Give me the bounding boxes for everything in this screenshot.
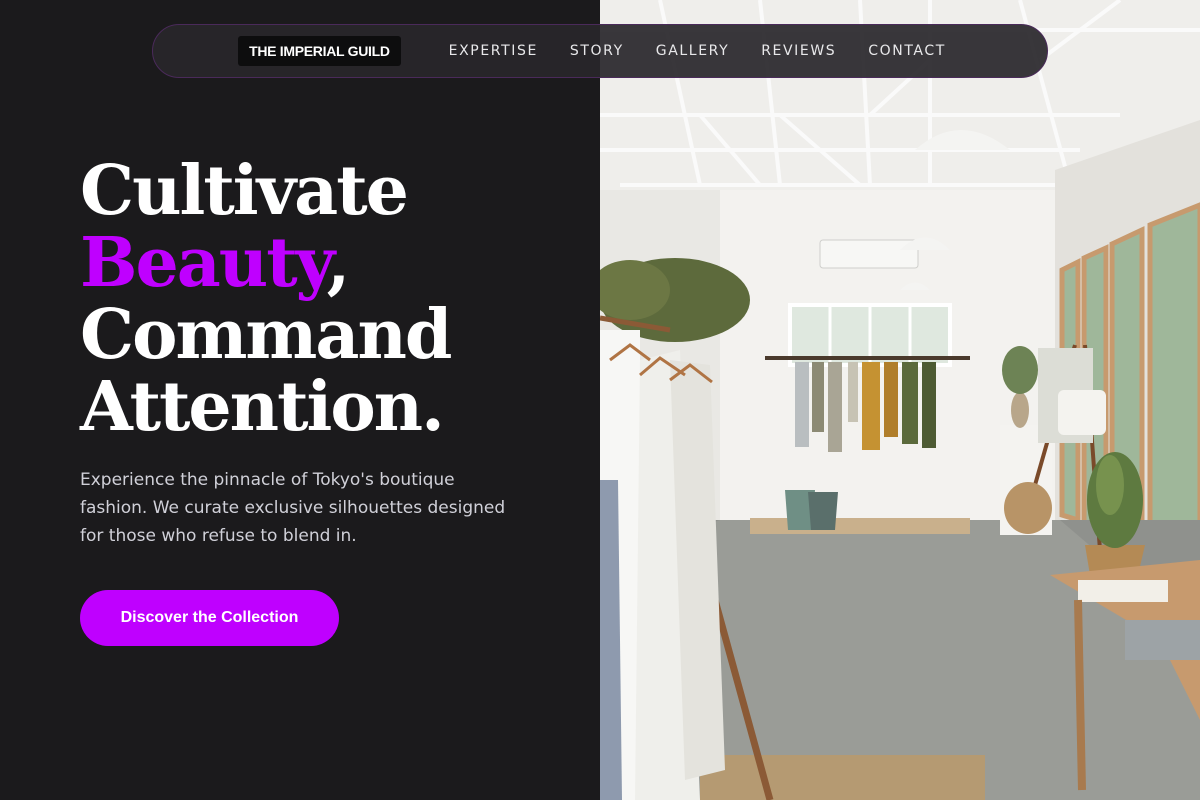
nav-link-contact[interactable]: CONTACT	[868, 43, 946, 59]
headline-line-1: Cultivate	[80, 151, 409, 231]
headline-accent: Beauty	[80, 223, 329, 303]
nav-link-expertise[interactable]: EXPERTISE	[449, 43, 538, 59]
nav-link-reviews[interactable]: REVIEWS	[761, 43, 836, 59]
hero-subtitle: Experience the pinnacle of Tokyo's bouti…	[80, 470, 506, 546]
hero-image	[600, 0, 1200, 800]
hero-headline: Cultivate Beauty, Command Attention.	[80, 155, 580, 443]
discover-collection-button[interactable]: Discover the Collection	[80, 590, 339, 646]
headline-comma: ,	[326, 223, 351, 303]
top-nav: THE IMPERIAL GUILD EXPERTISE STORY GALLE…	[152, 24, 1048, 78]
nav-link-story[interactable]: STORY	[570, 43, 624, 59]
nav-link-gallery[interactable]: GALLERY	[656, 43, 729, 59]
headline-line-3: Command	[80, 295, 452, 375]
headline-line-4: Attention.	[80, 367, 445, 447]
brand-logo[interactable]: THE IMPERIAL GUILD	[238, 36, 401, 66]
